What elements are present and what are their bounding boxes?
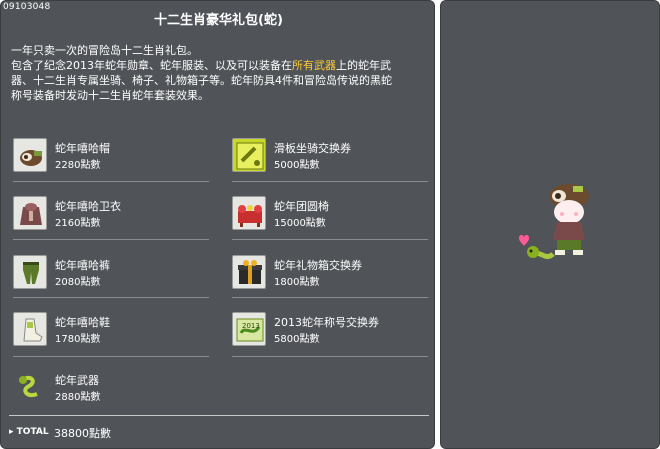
- divider: [232, 356, 428, 357]
- svg-text:2013: 2013: [242, 322, 260, 330]
- item-name: 滑板坐骑交换券: [274, 142, 351, 155]
- item-price: 5800點數: [274, 334, 320, 345]
- chair-icon: [232, 196, 266, 230]
- package-detail-panel: 09103048 十二生肖豪华礼包(蛇) 一年只卖一次的冒险岛十二生肖礼包。 包…: [0, 0, 435, 449]
- shoes-icon: [13, 312, 47, 346]
- description-text: 上的蛇年武: [336, 59, 391, 72]
- title-coupon-icon: 2013: [232, 312, 266, 346]
- item-name: 蛇年团圆椅: [274, 200, 329, 213]
- description-line-4: 称号装备时发动十二生肖蛇年套装效果。: [11, 89, 209, 102]
- item-name: 蛇年嘻哈鞋: [55, 316, 110, 329]
- item-name: 蛇年嘻哈帽: [55, 142, 110, 155]
- item-snake-weapon[interactable]: 蛇年武器 2880點數: [13, 367, 213, 407]
- item-price: 2080點數: [55, 277, 101, 288]
- item-name: 蛇年武器: [55, 374, 99, 387]
- divider: [13, 297, 209, 298]
- item-price: 15000點數: [274, 218, 326, 229]
- hoodie-icon: [13, 196, 47, 230]
- item-skateboard-coupon[interactable]: 滑板坐骑交换券 5000點數: [232, 135, 432, 175]
- item-reunion-chair[interactable]: 蛇年团圆椅 15000點數: [232, 193, 432, 233]
- item-price: 1780點數: [55, 334, 101, 345]
- divider: [232, 297, 428, 298]
- item-name: 蛇年礼物箱交换券: [274, 259, 362, 272]
- total-value: 38800點數: [54, 427, 111, 440]
- hat-icon: [13, 138, 47, 172]
- item-name: 2013蛇年称号交换券: [274, 316, 379, 329]
- item-price: 2160點數: [55, 218, 101, 229]
- item-name: 蛇年嘻哈卫衣: [55, 200, 121, 213]
- character-preview: [511, 176, 621, 266]
- description-text: 包含了纪念2013年蛇年勋章、蛇年服装、以及可以装备在: [11, 59, 292, 72]
- package-description: 一年只卖一次的冒险岛十二生肖礼包。 包含了纪念2013年蛇年勋章、蛇年服装、以及…: [11, 43, 429, 103]
- item-price: 5000點數: [274, 160, 320, 171]
- total-label-text: TOTAL: [16, 427, 49, 437]
- description-line-3: 器、十二生肖专属坐骑、椅子、礼物箱子等。蛇年防具4件和冒险岛传说的黑蛇: [11, 74, 392, 87]
- item-snake-hoodie[interactable]: 蛇年嘻哈卫衣 2160點數: [13, 193, 213, 233]
- total-label: ▸ TOTAL: [9, 427, 49, 437]
- item-snake-hat[interactable]: 蛇年嘻哈帽 2280點數: [13, 135, 213, 175]
- skateboard-coupon-icon: [232, 138, 266, 172]
- item-price: 1800點數: [274, 277, 320, 288]
- item-snake-pants[interactable]: 蛇年嘻哈裤 2080點數: [13, 252, 213, 292]
- divider: [232, 239, 428, 240]
- item-name: 蛇年嘻哈裤: [55, 259, 110, 272]
- divider: [232, 181, 428, 182]
- item-gift-box-coupon[interactable]: 蛇年礼物箱交换券 1800點數: [232, 252, 432, 292]
- pants-icon: [13, 255, 47, 289]
- description-line-1: 一年只卖一次的冒险岛十二生肖礼包。: [11, 44, 198, 57]
- item-price: 2880點數: [55, 392, 101, 403]
- total-divider: [9, 415, 429, 416]
- snake-weapon-icon: [13, 370, 47, 404]
- gift-box-icon: [232, 255, 266, 289]
- divider: [13, 239, 209, 240]
- highlight-all-weapons: 所有武器: [292, 59, 336, 72]
- item-snake-shoes[interactable]: 蛇年嘻哈鞋 1780點數: [13, 309, 213, 349]
- item-price: 2280點數: [55, 160, 101, 171]
- item-title-coupon[interactable]: 2013 2013蛇年称号交换券 5800點數: [232, 309, 432, 349]
- character-preview-panel: [440, 0, 660, 449]
- description-line-2: 包含了纪念2013年蛇年勋章、蛇年服装、以及可以装备在所有武器上的蛇年武: [11, 58, 429, 73]
- divider: [13, 356, 209, 357]
- divider: [13, 181, 209, 182]
- package-title: 十二生肖豪华礼包(蛇): [154, 13, 283, 28]
